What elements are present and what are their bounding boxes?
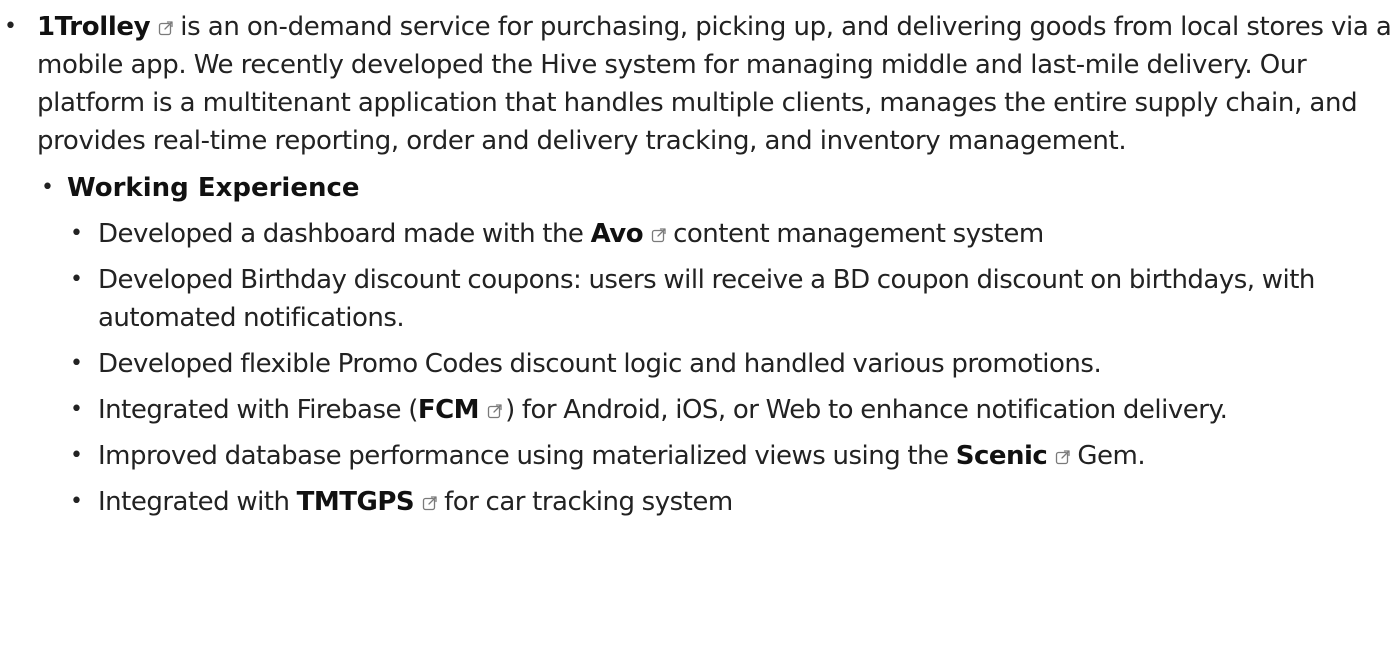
item-text: Developed Birthday discount coupons: use…	[98, 265, 1315, 333]
external-link-icon	[651, 227, 667, 243]
section-list: • Working Experience • Developed a dashb…	[37, 169, 1398, 521]
item-text-before: Integrated with	[98, 487, 290, 517]
external-link-icon	[158, 20, 174, 36]
bullet: •	[70, 351, 83, 376]
item-text-after: content management system	[673, 219, 1044, 249]
item-text-before: Improved database performance using mate…	[98, 441, 949, 471]
avo-link[interactable]: Avo	[591, 219, 674, 249]
company-list: • 1Trolley is an on-demand service for pu…	[0, 8, 1398, 521]
bullet: •	[4, 14, 17, 39]
external-link-icon	[422, 495, 438, 511]
list-item: • Integrated with Firebase (FCM ) for And…	[67, 391, 1398, 429]
company-entry: • 1Trolley is an on-demand service for pu…	[0, 8, 1398, 521]
section-entry: • Working Experience • Developed a dashb…	[37, 169, 1398, 521]
item-text-after: for car tracking system	[444, 487, 733, 517]
external-link-icon	[1055, 449, 1071, 465]
list-item: • Developed flexible Promo Codes discoun…	[67, 345, 1398, 383]
bullet: •	[41, 175, 54, 200]
scenic-name: Scenic	[955, 441, 1048, 471]
scenic-link[interactable]: Scenic	[956, 441, 1078, 471]
fcm-name: FCM	[417, 395, 480, 425]
bullet: •	[70, 489, 83, 514]
list-item: • Developed a dashboard made with the Av…	[67, 215, 1398, 253]
company-description: is an on-demand service for purchasing, …	[37, 12, 1392, 156]
item-text-after: ) for Android, iOS, or Web to enhance no…	[505, 395, 1228, 425]
bullet: •	[70, 443, 83, 468]
list-item: • Integrated with TMTGPS for car tracking…	[67, 483, 1398, 521]
item-text-before: Developed a dashboard made with the	[98, 219, 584, 249]
company-link[interactable]: 1Trolley	[37, 12, 180, 42]
external-link-icon	[487, 403, 503, 419]
list-item: • Developed Birthday discount coupons: u…	[67, 261, 1398, 337]
company-paragraph: 1Trolley is an on-demand service for purc…	[37, 12, 1392, 156]
bullet: •	[70, 397, 83, 422]
item-text-after: Gem.	[1077, 441, 1146, 471]
avo-name: Avo	[590, 219, 644, 249]
tmtgps-name: TMTGPS	[296, 487, 415, 517]
resume-content: • 1Trolley is an on-demand service for pu…	[0, 0, 1398, 646]
bullet: •	[70, 267, 83, 292]
item-text: Developed flexible Promo Codes discount …	[98, 349, 1102, 379]
bullet: •	[70, 221, 83, 246]
tmtgps-link[interactable]: TMTGPS	[297, 487, 444, 517]
fcm-link[interactable]: FCM	[418, 395, 505, 425]
experience-list: • Developed a dashboard made with the Av…	[67, 215, 1398, 521]
company-name: 1Trolley	[37, 12, 151, 42]
section-title: Working Experience	[67, 173, 360, 203]
list-item: • Improved database performance using ma…	[67, 437, 1398, 475]
item-text-before: Integrated with Firebase (	[98, 395, 418, 425]
